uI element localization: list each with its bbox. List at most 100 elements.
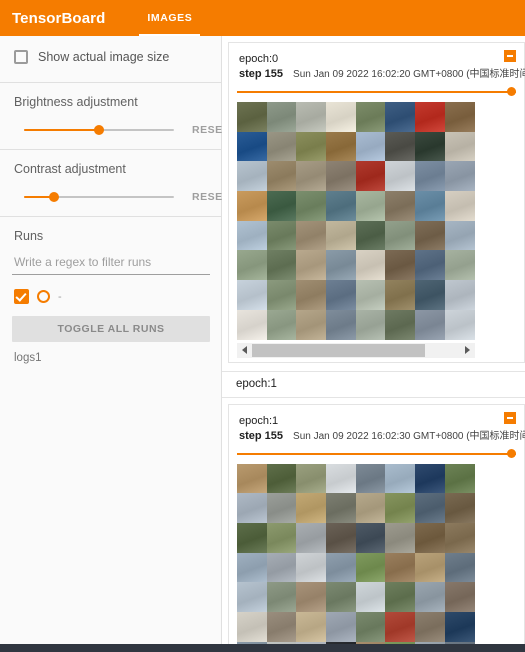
- brightness-slider[interactable]: [24, 123, 174, 137]
- image-tile: [266, 463, 297, 494]
- image-card: epoch:0 step 155 Sun Jan 09 2022 16:02:2…: [228, 42, 525, 363]
- image-tile: [296, 102, 327, 132]
- image-tile: [355, 552, 386, 583]
- card-timestamp: Sun Jan 09 2022 16:02:20 GMT+0800 (中国标准时…: [293, 69, 525, 80]
- runs-dash-label: -: [58, 290, 62, 303]
- brightness-row: RESET: [12, 123, 229, 137]
- image-tile: [355, 493, 386, 523]
- horizontal-scrollbar[interactable]: [237, 342, 475, 358]
- image-card: epoch:1 step 155 Sun Jan 09 2022 16:02:3…: [228, 403, 525, 644]
- toggle-all-runs-label: TOGGLE ALL RUNS: [57, 323, 165, 335]
- image-tile: [266, 493, 297, 523]
- image-tile: [296, 582, 327, 612]
- scroll-left-arrow-icon[interactable]: [237, 343, 252, 358]
- image-tile: [296, 463, 327, 494]
- scrollbar-track[interactable]: [252, 342, 460, 358]
- image-tile: [385, 463, 416, 494]
- step-slider[interactable]: [237, 448, 516, 460]
- image-tile: [237, 493, 267, 523]
- image-tile: [266, 161, 297, 192]
- image-tile: [326, 250, 356, 281]
- sidebar: Show actual image size Brightness adjust…: [0, 36, 229, 644]
- image-tile: [296, 191, 327, 221]
- main-content: epoch:0 step 155 Sun Jan 09 2022 16:02:2…: [222, 36, 525, 644]
- image-tile: [355, 611, 386, 642]
- image-tile: [326, 552, 356, 583]
- image-tile: [415, 522, 445, 553]
- step-slider-thumb[interactable]: [507, 448, 516, 458]
- toggle-all-runs-button[interactable]: TOGGLE ALL RUNS: [12, 316, 210, 342]
- image-tile: [296, 250, 327, 281]
- image-grid-viewport: [237, 463, 475, 644]
- image-tile: [415, 220, 445, 251]
- image-tile: [385, 191, 416, 221]
- image-tile: [415, 280, 445, 310]
- image-tile: [444, 102, 475, 132]
- image-tile: [385, 582, 416, 612]
- image-tile: [326, 463, 356, 494]
- minus-icon[interactable]: [504, 411, 516, 424]
- scrollbar-thumb[interactable]: [252, 343, 425, 357]
- image-grid: [237, 102, 475, 340]
- image-tile: [385, 102, 416, 132]
- image-tile: [444, 250, 475, 281]
- scroll-right-arrow-icon[interactable]: [460, 343, 475, 358]
- minus-icon[interactable]: [504, 50, 516, 62]
- image-tile: [385, 309, 416, 340]
- image-tile: [296, 220, 327, 251]
- image-tile: [355, 250, 386, 281]
- step-slider-thumb[interactable]: [507, 87, 516, 96]
- tab-images[interactable]: IMAGES: [131, 0, 208, 36]
- image-tile: [237, 191, 267, 221]
- contrast-slider[interactable]: [24, 190, 174, 204]
- image-tile: [444, 131, 475, 162]
- image-tile: [385, 611, 416, 642]
- image-tile: [266, 220, 297, 251]
- runs-filter-input[interactable]: [12, 253, 210, 275]
- image-tile: [415, 309, 445, 340]
- image-tile: [326, 191, 356, 221]
- image-tile: [355, 191, 386, 221]
- image-tile: [385, 280, 416, 310]
- select-none-radio[interactable]: [37, 290, 50, 303]
- app-brand: TensorBoard: [12, 9, 106, 27]
- image-tile: [415, 582, 445, 612]
- card-header: epoch:1 step 155 Sun Jan 09 2022 16:02:3…: [229, 411, 525, 444]
- slider-thumb[interactable]: [49, 192, 59, 202]
- image-tile: [415, 611, 445, 642]
- image-tile: [296, 161, 327, 192]
- image-tile: [296, 131, 327, 162]
- image-tile: [444, 552, 475, 583]
- image-tile: [415, 191, 445, 221]
- image-tile: [355, 131, 386, 162]
- image-tile: [237, 582, 267, 612]
- image-tile: [385, 220, 416, 251]
- run-item-logs1[interactable]: logs1: [12, 352, 209, 364]
- image-tile: [444, 309, 475, 340]
- runs-selection-controls: -: [12, 289, 209, 304]
- section-band-title: epoch:1: [236, 378, 277, 390]
- image-tile: [266, 582, 297, 612]
- select-all-checkbox[interactable]: [14, 289, 29, 304]
- image-tile: [444, 161, 475, 192]
- image-tile: [266, 522, 297, 553]
- brightness-label: Brightness adjustment: [14, 95, 138, 109]
- image-tile: [355, 522, 386, 553]
- brightness-section: Brightness adjustment RESET: [0, 83, 229, 149]
- image-tile: [237, 280, 267, 310]
- card-meta: step 155 Sun Jan 09 2022 16:02:20 GMT+08…: [239, 67, 525, 82]
- step-slider[interactable]: [237, 86, 516, 98]
- section-band-epoch1: epoch:1: [222, 370, 525, 398]
- image-tile: [385, 493, 416, 523]
- image-tile: [385, 552, 416, 583]
- image-tile: [237, 522, 267, 553]
- image-tile: [326, 493, 356, 523]
- footer-bar: [0, 644, 525, 652]
- image-tile: [266, 280, 297, 310]
- show-actual-image-size-checkbox[interactable]: Show actual image size: [12, 46, 209, 70]
- slider-thumb[interactable]: [94, 125, 104, 135]
- image-tile: [355, 161, 386, 192]
- image-tile: [266, 191, 297, 221]
- image-tile: [415, 552, 445, 583]
- image-tile: [444, 611, 475, 642]
